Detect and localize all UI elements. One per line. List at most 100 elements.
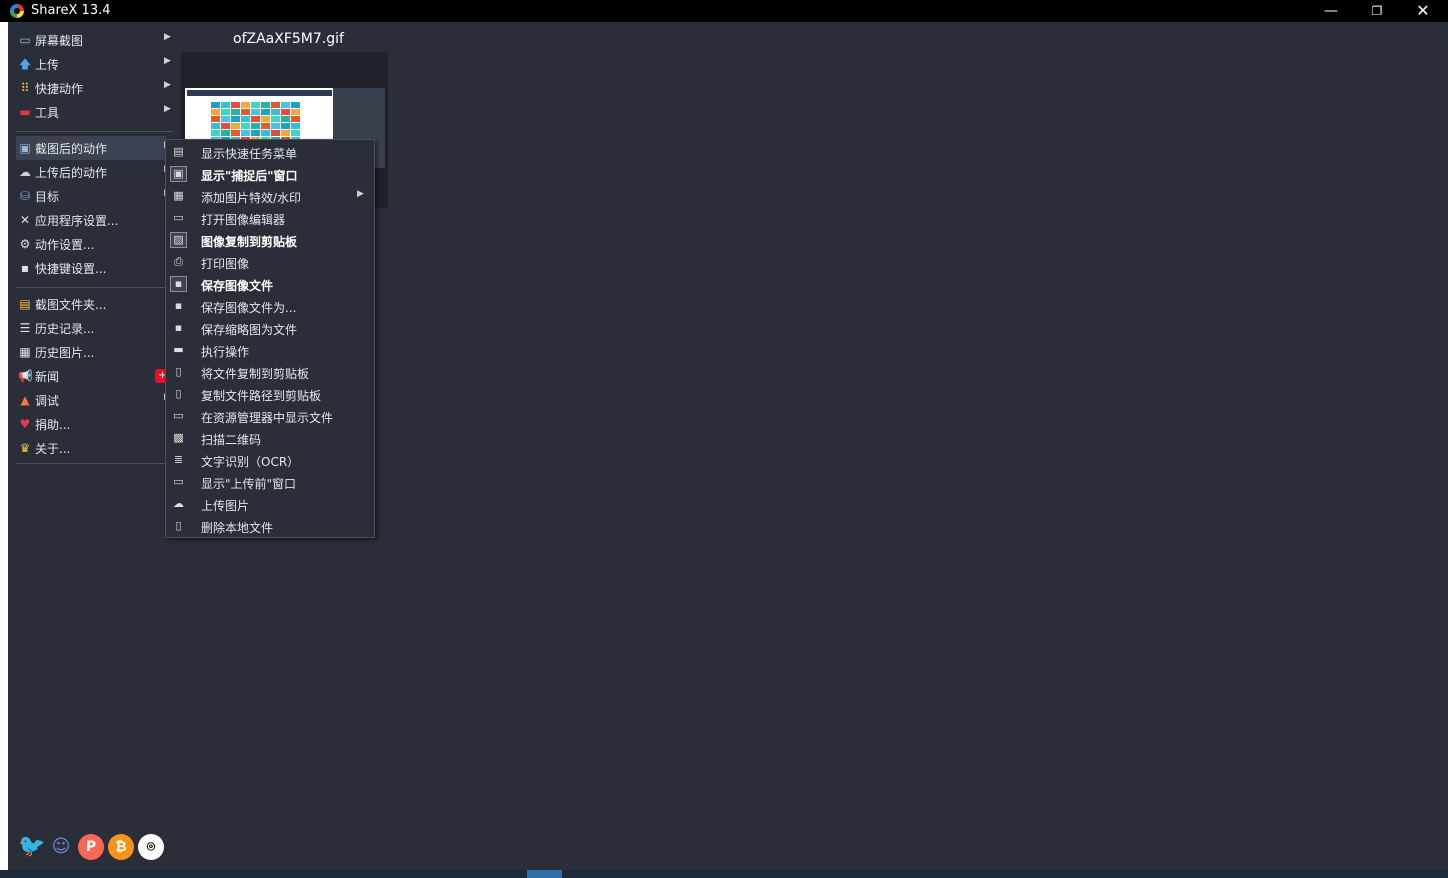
save-disk-icon: ▪ <box>170 276 187 292</box>
thumbnail-cell <box>251 130 260 136</box>
menu-item-label: 上传 <box>35 58 60 72</box>
thumbnail-filename[interactable]: ofZAaXF5M7.gif <box>233 31 344 47</box>
submenu-item-image-effects[interactable]: ▦ 添加图片特效/水印 ▶ <box>166 185 374 207</box>
thumbnail-cell <box>251 123 260 129</box>
patreon-icon[interactable]: P <box>78 834 104 860</box>
clipboard-file-icon: ▯ <box>175 365 182 378</box>
submenu-item-explorer-folder[interactable]: ▭ 在资源管理器中显示文件 <box>166 405 374 427</box>
submenu-item-clipboard-image[interactable]: ▨ 图像复制到剪贴板 <box>166 229 374 251</box>
upload-arrow-icon: 🡅 <box>18 57 32 71</box>
gear-icon: ⚙ <box>19 237 31 251</box>
thumbnail-cell <box>281 116 290 122</box>
thumbnail-cell <box>261 109 270 115</box>
toolbox-icon: ▬ <box>19 105 31 119</box>
submenu-item-label: 删除本地文件 <box>201 521 274 535</box>
crown-icon: ♛ <box>19 441 31 455</box>
menu-item-gallery[interactable]: ▦ 历史图片... <box>16 340 166 364</box>
menu-item-keyboard[interactable]: ▪ 快捷键设置... <box>16 256 166 280</box>
submenu-item-before-upload-window[interactable]: ▭ 显示"上传前"窗口 <box>166 471 374 493</box>
submenu-item-label: 将文件复制到剪贴板 <box>201 367 310 381</box>
save-as-icon: ▪ <box>174 299 183 312</box>
menu-item-label: 新闻 <box>35 370 60 384</box>
menu-separator <box>16 131 172 132</box>
minimize-button[interactable]: — <box>1308 0 1354 22</box>
menu-item-image-action[interactable]: ▣截图后的动作▶ <box>16 136 171 160</box>
thumbnail-cell <box>261 130 270 136</box>
menu-item-history[interactable]: ☰ 历史记录... <box>16 316 166 340</box>
cloud-upload-icon: ☁ <box>19 165 31 179</box>
menu-item-target[interactable]: ⛁目标▶ <box>16 184 171 208</box>
submenu-item-save-as[interactable]: ▪ 保存图像文件为... <box>166 295 374 317</box>
submenu-arrow-icon: ▶ <box>164 32 171 42</box>
submenu-item-terminal[interactable]: ▬ 执行操作 <box>166 339 374 361</box>
submenu-item-printer[interactable]: ⎙ 打印图像 <box>166 251 374 273</box>
ocr-text-icon: ≣ <box>173 453 184 466</box>
submenu-arrow-icon: ▶ <box>164 56 171 66</box>
submenu-item-delete-file[interactable]: ▯ 删除本地文件 <box>166 515 374 537</box>
menu-item-crown[interactable]: ♛ 关于... <box>16 436 166 460</box>
submenu-item-label: 在资源管理器中显示文件 <box>201 411 334 425</box>
menu-item-toolbox[interactable]: ▬ 工具 ▶ <box>16 100 171 124</box>
sharex-logo-icon <box>10 4 24 18</box>
twitter-icon[interactable]: 🐦 <box>18 834 45 860</box>
close-button[interactable]: ✕ <box>1400 0 1446 22</box>
menu-item-cloud-upload[interactable]: ☁上传后的动作▶ <box>16 160 171 184</box>
menu-item-megaphone[interactable]: 📢 新闻 + <box>16 364 170 388</box>
thumbnail-cell <box>271 130 280 136</box>
submenu-arrow-icon: ▶ <box>164 104 171 114</box>
submenu-item-after-capture-window[interactable]: ▣ 显示"捕捉后"窗口 <box>166 163 374 185</box>
submenu-item-image-editor[interactable]: ▭ 打开图像编辑器 <box>166 207 374 229</box>
submenu-item-qr-code[interactable]: ▩ 扫描二维码 <box>166 427 374 449</box>
submenu-item-label: 执行操作 <box>201 345 250 359</box>
thumbnail-cell <box>281 130 290 136</box>
maximize-button[interactable]: ❐ <box>1354 0 1400 22</box>
github-icon[interactable]: ⌾ <box>138 834 164 860</box>
terminal-icon: ▬ <box>173 343 184 356</box>
menu-item-tools[interactable]: ✕ 应用程序设置... <box>16 208 166 232</box>
menu-item-label: 上传后的动作 <box>35 166 108 180</box>
menu-item-label: 历史图片... <box>35 346 95 360</box>
menu-item-label: 工具 <box>35 106 60 120</box>
thumbnail-cell <box>221 130 230 136</box>
menu-item-label: 截图后的动作 <box>35 142 108 156</box>
menu-item-monitor[interactable]: ▭ 屏幕截图 ▶ <box>16 28 171 52</box>
thumbnail-cell <box>231 130 240 136</box>
thumbnail-cell <box>231 123 240 129</box>
submenu-item-clipboard-file[interactable]: ▯ 将文件复制到剪贴板 <box>166 361 374 383</box>
taskbar-strip <box>0 870 1448 878</box>
submenu-item-save-thumbnail[interactable]: ▪ 保存缩略图为文件 <box>166 317 374 339</box>
thumbnail-cell <box>241 116 250 122</box>
thumbnail-cell <box>291 123 300 129</box>
submenu-item-save-disk[interactable]: ▪ 保存图像文件 <box>166 273 374 295</box>
thumbnail-cell <box>241 130 250 136</box>
image-action-icon: ▣ <box>19 141 31 155</box>
submenu-item-label: 显示快速任务菜单 <box>201 147 298 161</box>
grid-icon: ⠿ <box>20 81 30 95</box>
menu-item-gear[interactable]: ⚙ 动作设置... <box>16 232 166 256</box>
taskbar-active-item[interactable] <box>527 870 562 878</box>
folder-icon: ▤ <box>19 297 31 311</box>
discord-icon[interactable]: ☺ <box>48 834 74 860</box>
menu-item-upload-arrow[interactable]: 🡅 上传 ▶ <box>16 52 171 76</box>
menu-separator <box>16 463 172 464</box>
menu-item-label: 关于... <box>35 442 71 456</box>
thumbnail-cell <box>221 123 230 129</box>
submenu-item-label: 图像复制到剪贴板 <box>201 235 298 249</box>
submenu-item-clipboard-path[interactable]: ▯ 复制文件路径到剪贴板 <box>166 383 374 405</box>
submenu-item-label: 保存图像文件 <box>201 279 274 293</box>
submenu-item-quick-task-menu[interactable]: ▤ 显示快速任务菜单 <box>166 141 374 163</box>
submenu-item-ocr-text[interactable]: ≣ 文字识别（OCR） <box>166 449 374 471</box>
menu-item-grid[interactable]: ⠿ 快捷动作 ▶ <box>16 76 171 100</box>
menu-item-traffic-cone[interactable]: ▲调试▶ <box>16 388 171 412</box>
menu-item-heart[interactable]: ♥ 捐助... <box>16 412 166 436</box>
submenu-item-label: 打印图像 <box>201 257 250 271</box>
menu-item-label: 屏幕截图 <box>35 34 84 48</box>
menu-item-folder[interactable]: ▤ 截图文件夹... <box>16 292 166 316</box>
thumbnail-cell <box>261 116 270 122</box>
thumbnail-cell <box>261 102 270 108</box>
bitcoin-icon[interactable]: ₿ <box>108 834 134 860</box>
thumbnail-cell <box>251 109 260 115</box>
thumbnail-cell <box>221 102 230 108</box>
submenu-item-cloud-upload[interactable]: ☁ 上传图片 <box>166 493 374 515</box>
thumbnail-cell <box>231 116 240 122</box>
